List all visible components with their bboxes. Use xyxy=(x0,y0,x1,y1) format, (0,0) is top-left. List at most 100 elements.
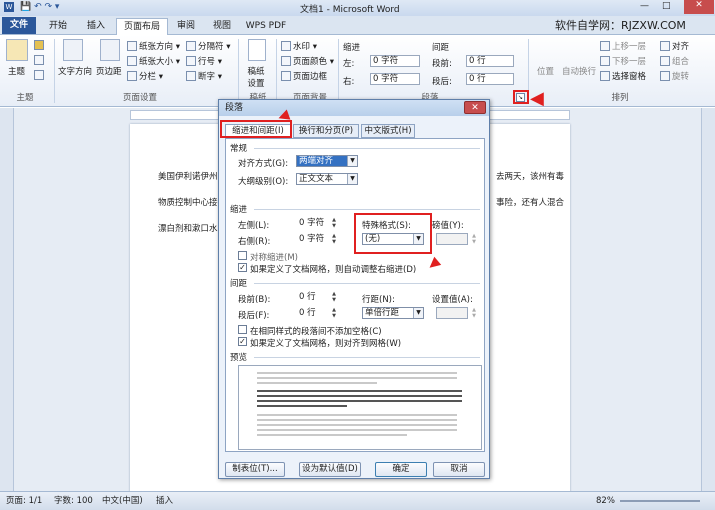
watermark-button[interactable]: 水印 ▾ xyxy=(281,40,317,52)
selection-pane-button[interactable]: 选择窗格 xyxy=(600,70,646,82)
text-direction-button[interactable]: 文字方向 xyxy=(58,65,92,77)
position-button[interactable]: 位置 xyxy=(537,65,554,77)
line-numbers-button[interactable]: 行号 ▾ xyxy=(186,55,222,67)
line-spacing-at-label: 设置值(A): xyxy=(432,295,473,305)
indent-by-input[interactable] xyxy=(436,233,468,245)
text-direction-icon[interactable] xyxy=(63,39,83,61)
tab-review[interactable]: 审阅 xyxy=(170,18,202,35)
set-default-button[interactable]: 设为默认值(D) xyxy=(299,462,361,477)
zoom-slider[interactable] xyxy=(620,500,700,502)
cancel-button[interactable]: 取消 xyxy=(433,462,485,477)
indent-right-input[interactable]: 0 字符 xyxy=(370,73,420,85)
outline-level-label: 大纲级别(O): xyxy=(238,177,289,187)
line-spacing-at-spinner-icon[interactable]: ▲ ▼ xyxy=(470,307,478,319)
tab-wps-pdf[interactable]: WPS PDF xyxy=(242,18,290,35)
group-theme-label: 主题 xyxy=(16,93,34,103)
themes-icon[interactable] xyxy=(6,39,28,61)
no-space-label: 在相同样式的段落间不添加空格(C) xyxy=(250,327,382,337)
spacing-before-spinner-icon[interactable]: ▲ ▼ xyxy=(330,291,338,303)
page-color-button[interactable]: 页面颜色 ▾ xyxy=(281,55,334,67)
dialog-title: 段落 xyxy=(219,100,489,116)
paper-setup-button[interactable]: 稿纸设置 xyxy=(244,65,268,89)
orientation-button[interactable]: 纸张方向 ▾ xyxy=(127,40,180,52)
spacing-after-spinner-icon[interactable]: ▲ ▼ xyxy=(330,307,338,319)
indent-left-dlg-input[interactable]: 0 字符 xyxy=(296,217,328,229)
indent-left-dlg-label: 左侧(L): xyxy=(238,221,270,231)
tab-home[interactable]: 开始 xyxy=(40,18,76,35)
columns-button[interactable]: 分栏 ▾ xyxy=(127,70,163,82)
tab-line-page-breaks[interactable]: 换行和分页(P) xyxy=(293,124,359,138)
line-spacing-at-input[interactable] xyxy=(436,307,468,319)
group-page-setup-label: 页面设置 xyxy=(122,93,157,103)
auto-adjust-label: 如果定义了文档网格，则自动调整右缩进(D) xyxy=(250,265,417,275)
alignment-select[interactable]: 两端对齐 ▼ xyxy=(296,155,358,167)
indent-left-spinner-icon[interactable]: ▲ ▼ xyxy=(330,217,338,229)
size-button[interactable]: 纸张大小 ▾ xyxy=(127,55,180,67)
window-title: 文档1 - Microsoft Word xyxy=(300,5,400,15)
close-window-icon[interactable]: ✕ xyxy=(684,0,714,14)
language[interactable]: 中文(中国) xyxy=(102,492,143,510)
tab-insert[interactable]: 插入 xyxy=(78,18,114,35)
page-count[interactable]: 页面: 1/1 xyxy=(6,492,42,510)
highlight-special-box xyxy=(354,213,432,254)
indent-label: 缩进 xyxy=(343,43,361,53)
quick-access-toolbar[interactable]: 💾 ↶ ↷ ▾ xyxy=(20,2,59,12)
tab-asian-typography[interactable]: 中文版式(H) xyxy=(361,124,415,138)
mirror-indent-checkbox[interactable] xyxy=(238,251,247,260)
vertical-ruler xyxy=(0,108,14,491)
no-space-checkbox[interactable] xyxy=(238,325,247,334)
ok-button[interactable]: 确定 xyxy=(375,462,427,477)
page-borders-button[interactable]: 页面边框 xyxy=(281,70,327,82)
spacing-after-input[interactable]: 0 行 xyxy=(466,73,514,85)
alignment-label: 对齐方式(G): xyxy=(238,159,289,169)
indent-right-spinner-icon[interactable]: ▲ ▼ xyxy=(330,233,338,245)
paper-icon[interactable] xyxy=(248,39,266,61)
preview-box xyxy=(238,365,482,450)
doc-line-1b: 去两天，该州有毒 xyxy=(496,172,565,182)
auto-adjust-checkbox[interactable]: ✓ xyxy=(238,263,247,272)
indent-right-dlg-input[interactable]: 0 字符 xyxy=(296,233,328,245)
tabs-button[interactable]: 制表位(T)... xyxy=(225,462,285,477)
spacing-before-input[interactable]: 0 行 xyxy=(466,55,514,67)
spacing-before-dlg-input[interactable]: 0 行 xyxy=(296,291,328,303)
send-backward-button[interactable]: 下移一层 xyxy=(600,55,646,67)
spacing-before-dlg-label: 段前(B): xyxy=(238,295,271,305)
indent-left-input[interactable]: 0 字符 xyxy=(370,55,420,67)
group-button[interactable]: 组合 xyxy=(660,55,689,67)
indent-by-label: 磅值(Y): xyxy=(432,221,464,231)
spacing-after-dlg-input[interactable]: 0 行 xyxy=(296,307,328,319)
rotate-button[interactable]: 旋转 xyxy=(660,70,689,82)
outline-level-select[interactable]: 正文文本 ▼ xyxy=(296,173,358,185)
tab-page-layout[interactable]: 页面布局 xyxy=(116,18,168,35)
theme-effects-icon[interactable] xyxy=(34,70,46,81)
title-bar: W 💾 ↶ ↷ ▾ 文档1 - Microsoft Word — □ ✕ xyxy=(0,0,715,16)
vertical-scrollbar[interactable] xyxy=(701,108,715,491)
maximize-icon[interactable]: □ xyxy=(662,1,671,11)
zoom-level[interactable]: 82% xyxy=(596,492,615,510)
word-count[interactable]: 字数: 100 xyxy=(54,492,93,510)
theme-colors-icon[interactable] xyxy=(34,40,46,51)
breaks-button[interactable]: 分隔符 ▾ xyxy=(186,40,230,52)
line-spacing-select[interactable]: 单倍行距 ▼ xyxy=(362,307,424,319)
doc-line-2b: 事险，还有人混合 xyxy=(496,198,565,208)
minimize-icon[interactable]: — xyxy=(640,1,649,11)
doc-line-2a: 物质控制中心接 xyxy=(158,198,218,208)
wrap-text-button[interactable]: 自动换行 xyxy=(562,65,596,77)
doc-line-3a: 漂白剂和漱口水 xyxy=(158,224,218,234)
margins-icon[interactable] xyxy=(100,39,120,61)
snap-grid-checkbox[interactable]: ✓ xyxy=(238,337,247,346)
tab-file[interactable]: 文件 xyxy=(2,17,36,34)
spacing-before-label: 段前: xyxy=(432,59,452,69)
bring-forward-button[interactable]: 上移一层 xyxy=(600,40,646,52)
spacing-heading: 间距 xyxy=(230,279,248,289)
insert-mode[interactable]: 插入 xyxy=(156,492,173,510)
dialog-close-icon[interactable]: ✕ xyxy=(464,101,486,114)
themes-button[interactable]: 主题 xyxy=(8,65,25,77)
align-button[interactable]: 对齐 xyxy=(660,40,689,52)
hyphenation-button[interactable]: 断字 ▾ xyxy=(186,70,222,82)
tab-view[interactable]: 视图 xyxy=(206,18,238,35)
theme-fonts-icon[interactable] xyxy=(34,55,46,66)
indent-by-spinner-icon[interactable]: ▲ ▼ xyxy=(470,233,478,245)
margins-button[interactable]: 页边距 xyxy=(96,65,122,77)
spacing-label: 间距 xyxy=(432,43,450,53)
